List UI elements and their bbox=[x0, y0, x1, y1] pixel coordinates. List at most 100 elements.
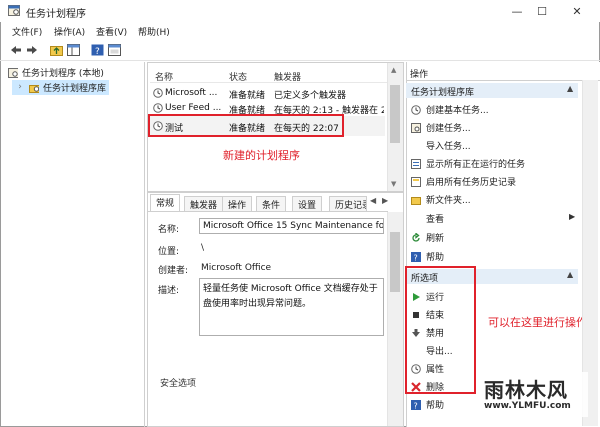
tab-scroll-right-icon[interactable]: ▶ bbox=[382, 196, 388, 205]
table-row[interactable]: User Feed ... 准备就绪 在每天的 2:13 - 触发器在 2025 bbox=[149, 101, 385, 116]
show-pane-icon[interactable] bbox=[66, 43, 80, 57]
clock-icon bbox=[153, 88, 163, 98]
task-scheduler-icon bbox=[8, 67, 18, 78]
action-label: 启用所有任务历史记录 bbox=[426, 178, 517, 188]
action-label: 查看 bbox=[426, 215, 445, 225]
svg-text:?: ? bbox=[414, 401, 418, 410]
blank-icon bbox=[411, 141, 421, 151]
help-toolbar-icon[interactable]: ? bbox=[90, 43, 104, 57]
console-icon[interactable] bbox=[107, 43, 121, 57]
tab-actions[interactable]: 操作 bbox=[222, 196, 253, 211]
action-help[interactable]: ? 帮助 bbox=[411, 250, 444, 263]
action-label: 创建任务... bbox=[426, 124, 471, 134]
clock-icon bbox=[153, 103, 163, 113]
collapse-selected-icon[interactable]: ▲ bbox=[567, 270, 573, 279]
maximize-button[interactable]: ☐ bbox=[522, 0, 562, 22]
window-title: 任务计划程序 bbox=[26, 9, 86, 20]
description-line-1: 轻量任务使 Microsoft Office 文档缓存处于 bbox=[203, 284, 378, 294]
action-create-task[interactable]: 创建任务... bbox=[411, 121, 471, 134]
action-help-selected[interactable]: ? 帮助 bbox=[411, 398, 444, 411]
create-task-icon bbox=[411, 122, 421, 133]
name-field[interactable]: Microsoft Office 15 Sync Maintenance for bbox=[199, 218, 384, 234]
navigation-tree bbox=[4, 62, 145, 427]
action-import-task[interactable]: 导入任务... bbox=[411, 139, 471, 152]
new-task-annotation: 新建的计划程序 bbox=[223, 149, 300, 162]
description-line-2: 盘使用率时出现异常问题。 bbox=[203, 299, 312, 309]
refresh-icon bbox=[411, 232, 421, 243]
action-refresh[interactable]: 刷新 bbox=[411, 231, 444, 244]
tab-divider bbox=[148, 211, 388, 212]
menu-action[interactable]: 操作(A) bbox=[54, 25, 85, 38]
tree-item-label: 任务计划程序库 bbox=[43, 84, 107, 94]
action-enable-history[interactable]: 启用所有任务历史记录 bbox=[411, 175, 516, 188]
action-create-basic-task[interactable]: 创建基本任务... bbox=[411, 103, 489, 116]
forward-icon[interactable] bbox=[25, 43, 39, 57]
watermark-url: www.YLMFU.com bbox=[484, 401, 571, 411]
history-icon bbox=[411, 176, 421, 187]
table-row[interactable]: Microsoft ... 准备就绪 已定义多个触发器 bbox=[149, 86, 385, 101]
action-label: 刷新 bbox=[426, 234, 445, 244]
library-section-title: 任务计划程序库 bbox=[411, 88, 475, 98]
task-name: User Feed ... bbox=[165, 103, 222, 113]
action-new-folder[interactable]: 新文件夹... bbox=[411, 193, 471, 206]
new-task-highlight-box bbox=[148, 114, 344, 137]
name-label: 名称: bbox=[158, 225, 180, 235]
watermark: 雨林木风 www.YLMFU.com bbox=[478, 372, 588, 417]
close-button[interactable]: ✕ bbox=[557, 0, 597, 22]
help-icon: ? bbox=[411, 399, 421, 410]
action-label: 帮助 bbox=[426, 401, 445, 411]
menu-help[interactable]: 帮助(H) bbox=[138, 25, 170, 38]
submenu-arrow-icon[interactable]: ▶ bbox=[569, 212, 575, 221]
scroll-down-icon[interactable]: ▼ bbox=[391, 180, 396, 188]
task-trigger: 已定义多个触发器 bbox=[274, 91, 347, 101]
location-label: 位置: bbox=[158, 247, 180, 257]
tab-scroll-left-icon[interactable]: ◀ bbox=[370, 196, 376, 205]
location-value: \ bbox=[201, 243, 205, 253]
svg-text:?: ? bbox=[414, 253, 418, 262]
actions-highlight-box bbox=[405, 266, 476, 394]
actions-title: 操作 bbox=[410, 70, 429, 80]
author-value: Microsoft Office bbox=[201, 263, 272, 273]
chevron-right-icon[interactable]: › bbox=[15, 83, 25, 93]
tree-item-label: 任务计划程序 (本地) bbox=[22, 69, 104, 79]
menu-bar bbox=[0, 22, 600, 40]
scrollbar-thumb[interactable] bbox=[390, 85, 400, 143]
actions-annotation: 可以在这里进行操作 bbox=[488, 316, 587, 329]
title-bar[interactable]: 任务计划程序 — ☐ ✕ bbox=[0, 0, 600, 22]
svg-text:?: ? bbox=[95, 47, 100, 56]
task-name: Microsoft ... bbox=[165, 88, 218, 98]
author-label: 创建者: bbox=[158, 266, 189, 276]
scroll-up-icon[interactable]: ▲ bbox=[391, 66, 396, 74]
security-options-label: 安全选项 bbox=[160, 379, 197, 389]
tab-conditions[interactable]: 条件 bbox=[256, 196, 287, 211]
task-scheduler-icon bbox=[8, 5, 20, 16]
action-show-running[interactable]: 显示所有正在运行的任务 bbox=[411, 157, 525, 170]
basic-task-icon bbox=[411, 104, 421, 115]
watermark-brand: 雨林木风 bbox=[484, 378, 568, 402]
tab-general[interactable]: 常规 bbox=[150, 194, 181, 211]
up-folder-icon[interactable] bbox=[49, 43, 63, 57]
folder-clock-icon bbox=[29, 83, 39, 93]
running-tasks-icon bbox=[411, 158, 421, 169]
tree-item-local[interactable]: 任务计划程序 (本地) bbox=[8, 66, 104, 79]
tab-settings[interactable]: 设置 bbox=[292, 196, 323, 211]
action-label: 显示所有正在运行的任务 bbox=[426, 160, 526, 170]
action-label: 导入任务... bbox=[426, 142, 471, 152]
library-section-header[interactable]: 任务计划程序库 bbox=[406, 83, 578, 98]
tab-triggers[interactable]: 触发器 bbox=[184, 196, 224, 211]
detail-scrollbar-thumb[interactable] bbox=[390, 232, 400, 292]
action-label: 帮助 bbox=[426, 253, 445, 263]
tab-history[interactable]: 历史记录 bbox=[329, 196, 367, 211]
folder-icon bbox=[411, 195, 421, 205]
description-field[interactable]: 轻量任务使 Microsoft Office 文档缓存处于 盘使用率时出现异常问… bbox=[199, 278, 384, 336]
help-icon: ? bbox=[411, 251, 421, 262]
collapse-library-icon[interactable]: ▲ bbox=[567, 84, 573, 93]
task-status: 准备就绪 bbox=[229, 91, 266, 101]
blank-icon bbox=[411, 214, 421, 224]
tree-item-library[interactable]: › 任务计划程序库 bbox=[12, 80, 110, 95]
menu-view[interactable]: 查看(V) bbox=[96, 25, 127, 38]
menu-file[interactable]: 文件(F) bbox=[12, 25, 42, 38]
list-header-divider bbox=[150, 82, 390, 83]
back-icon[interactable] bbox=[9, 43, 23, 57]
action-view[interactable]: 查看 bbox=[411, 212, 444, 225]
